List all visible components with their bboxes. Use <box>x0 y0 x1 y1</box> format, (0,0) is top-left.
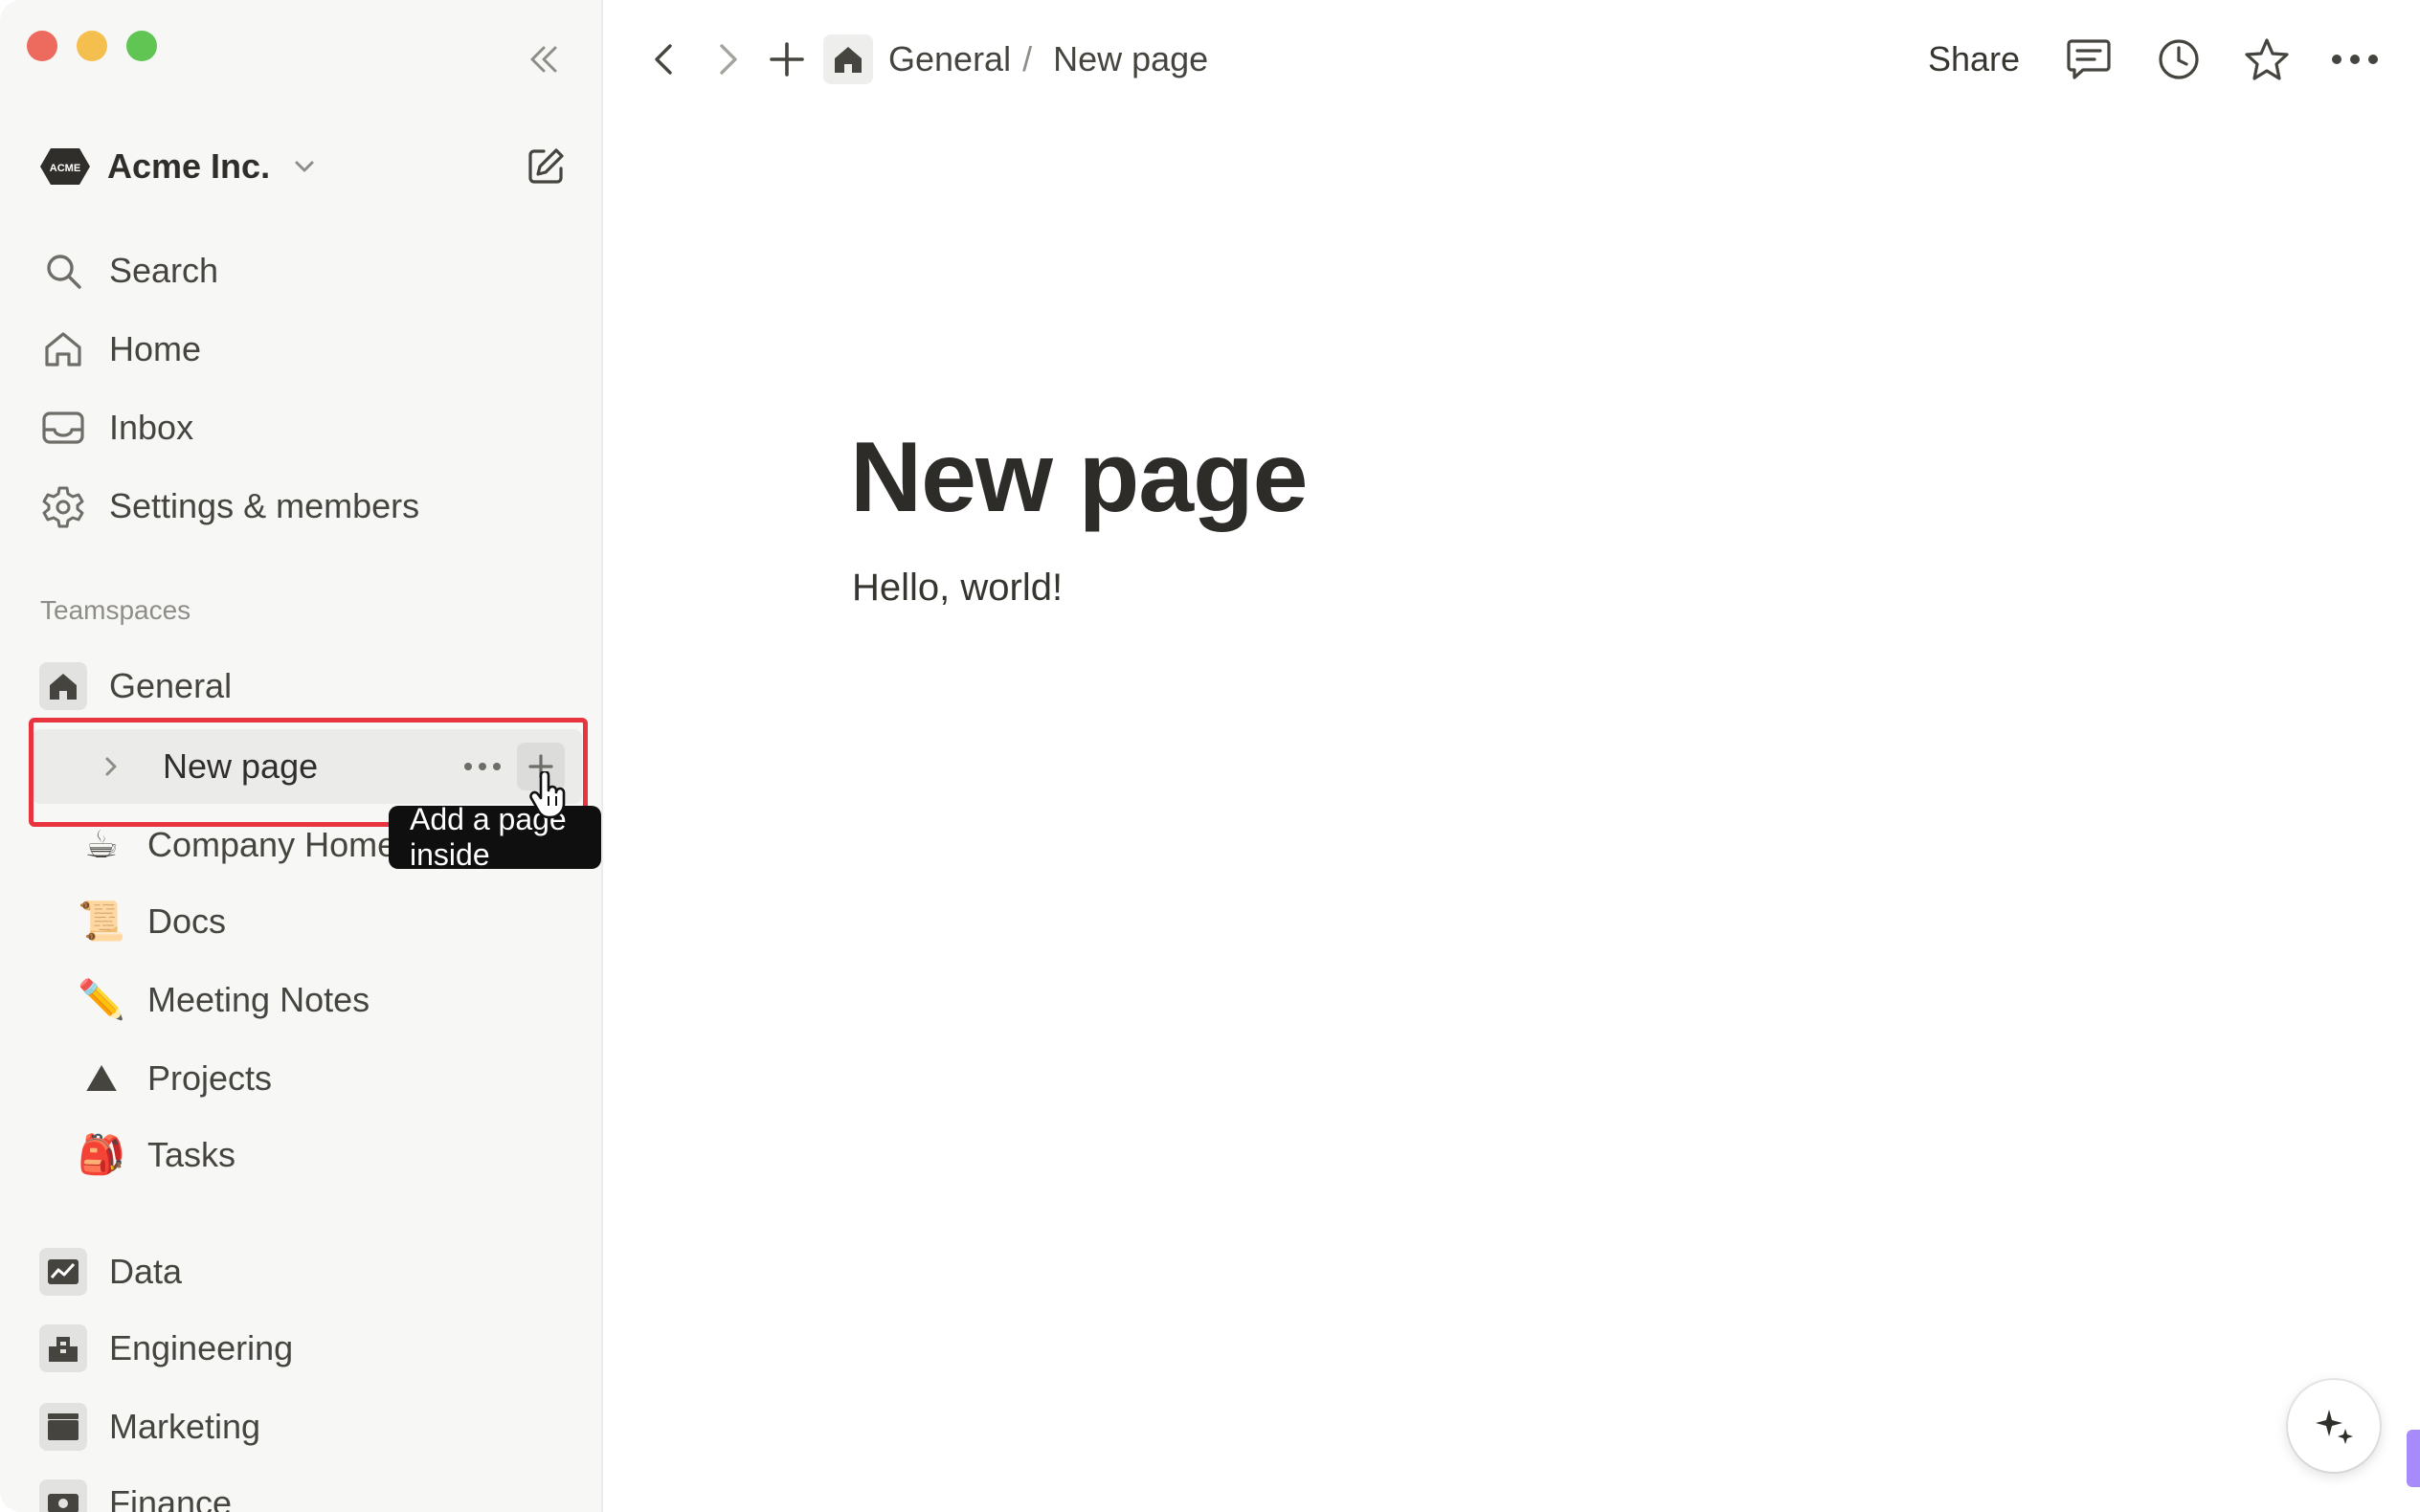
forward-button[interactable] <box>703 34 752 84</box>
compose-icon <box>528 148 564 184</box>
window-controls <box>27 31 157 61</box>
new-tab-button[interactable] <box>762 34 812 84</box>
minimize-window-button[interactable] <box>77 31 107 61</box>
workspace-logo-text: ACME <box>50 163 80 174</box>
hand-cursor-icon <box>528 769 571 819</box>
teamspace-label: Marketing <box>109 1407 261 1446</box>
chevron-left-icon <box>655 44 672 75</box>
sparkle-icon <box>2316 1410 2353 1444</box>
breadcrumb-current-page[interactable]: New page <box>1053 39 1208 79</box>
sidebar-item-label: Tasks <box>147 1135 236 1174</box>
more-menu-button[interactable] <box>2330 34 2380 84</box>
gear-icon <box>38 481 88 531</box>
maximize-window-button[interactable] <box>126 31 157 61</box>
home-icon <box>38 661 88 711</box>
scroll-icon: 📜 <box>78 900 125 944</box>
teamspace-label: Data <box>109 1252 183 1291</box>
teamspace-engineering[interactable]: Engineering <box>38 1315 574 1382</box>
comment-icon <box>2067 39 2111 79</box>
comments-button[interactable] <box>2064 34 2114 84</box>
page-title[interactable]: New page <box>850 421 1308 535</box>
sidebar-item-search[interactable]: Search <box>38 237 574 304</box>
sidebar-item-label: Meeting Notes <box>147 980 370 1019</box>
breadcrumb-general[interactable]: General <box>888 39 1011 79</box>
chevron-right-icon <box>720 44 737 75</box>
side-panel-tab[interactable] <box>2407 1430 2420 1487</box>
sidebar-item-home[interactable]: Home <box>38 316 574 383</box>
mountain-icon: ⛰ <box>85 1056 118 1101</box>
chevron-down-icon <box>289 151 320 182</box>
close-window-button[interactable] <box>27 31 57 61</box>
clapperboard-icon <box>38 1402 88 1452</box>
new-page-button[interactable] <box>521 142 571 191</box>
sidebar-item-settings[interactable]: Settings & members <box>38 473 574 540</box>
backpack-icon: 🎒 <box>78 1133 125 1177</box>
workspace-name: Acme Inc. <box>107 146 271 186</box>
breadcrumb-separator: / <box>1022 39 1033 78</box>
ellipsis-icon <box>2332 55 2378 64</box>
star-icon <box>2245 38 2289 80</box>
sidebar-item-label: Home <box>109 329 202 368</box>
chart-icon <box>38 1247 88 1297</box>
teamspace-marketing[interactable]: Marketing <box>38 1393 574 1460</box>
page-body-text[interactable]: Hello, world! <box>852 567 1063 610</box>
home-icon <box>38 324 88 374</box>
teamspace-finance[interactable]: Finance <box>38 1470 574 1512</box>
sidebar-item-meeting-notes[interactable]: ✏️ Meeting Notes <box>77 967 613 1034</box>
teamspace-data[interactable]: Data <box>38 1238 574 1305</box>
coffee-icon: ☕ <box>84 823 119 867</box>
inbox-icon <box>38 403 88 453</box>
sidebar-item-label: Search <box>109 251 219 290</box>
workspace-switcher[interactable]: ACME Acme Inc. <box>38 142 320 191</box>
plus-icon <box>770 42 804 77</box>
sidebar-item-label: Settings & members <box>109 486 420 525</box>
sidebar-item-label: Inbox <box>109 408 194 447</box>
ai-assistant-button[interactable] <box>2288 1380 2380 1472</box>
sidebar-item-docs[interactable]: 📜 Docs <box>77 888 613 955</box>
home-icon[interactable] <box>823 34 873 84</box>
sidebar: ACME Acme Inc. Search Home Inbox Setting… <box>0 0 603 1512</box>
sidebar-item-projects[interactable]: ⛰ Projects <box>77 1045 613 1112</box>
sidebar-item-tasks[interactable]: 🎒 Tasks <box>77 1122 613 1189</box>
sidebar-item-label: Docs <box>147 901 227 941</box>
sidebar-item-inbox[interactable]: Inbox <box>38 394 574 461</box>
building-icon <box>38 1323 88 1373</box>
money-icon <box>38 1479 88 1512</box>
sidebar-item-label: Company Home <box>147 825 397 864</box>
clock-icon <box>2159 39 2199 79</box>
double-chevron-left-icon <box>530 46 557 73</box>
workspace-logo: ACME <box>38 145 92 188</box>
pencil-icon: ✏️ <box>78 978 125 1022</box>
updates-button[interactable] <box>2154 34 2204 84</box>
teamspace-label: General <box>109 666 233 705</box>
share-button[interactable]: Share <box>1928 34 2020 84</box>
back-button[interactable] <box>639 34 689 84</box>
sidebar-item-label: Projects <box>147 1058 273 1098</box>
app-window: ACME Acme Inc. Search Home Inbox Setting… <box>0 0 2420 1512</box>
search-icon <box>38 246 88 296</box>
sidebar-nav: Search Home Inbox Settings & members <box>38 237 574 551</box>
collapse-sidebar-button[interactable] <box>523 38 565 80</box>
teamspaces-section-label: Teamspaces <box>40 595 191 625</box>
favorite-button[interactable] <box>2242 34 2292 84</box>
breadcrumb: General / New page <box>823 34 1208 84</box>
teamspace-label: Finance <box>109 1483 233 1512</box>
teamspace-general[interactable]: General <box>38 653 574 720</box>
teamspace-label: Engineering <box>109 1328 294 1367</box>
